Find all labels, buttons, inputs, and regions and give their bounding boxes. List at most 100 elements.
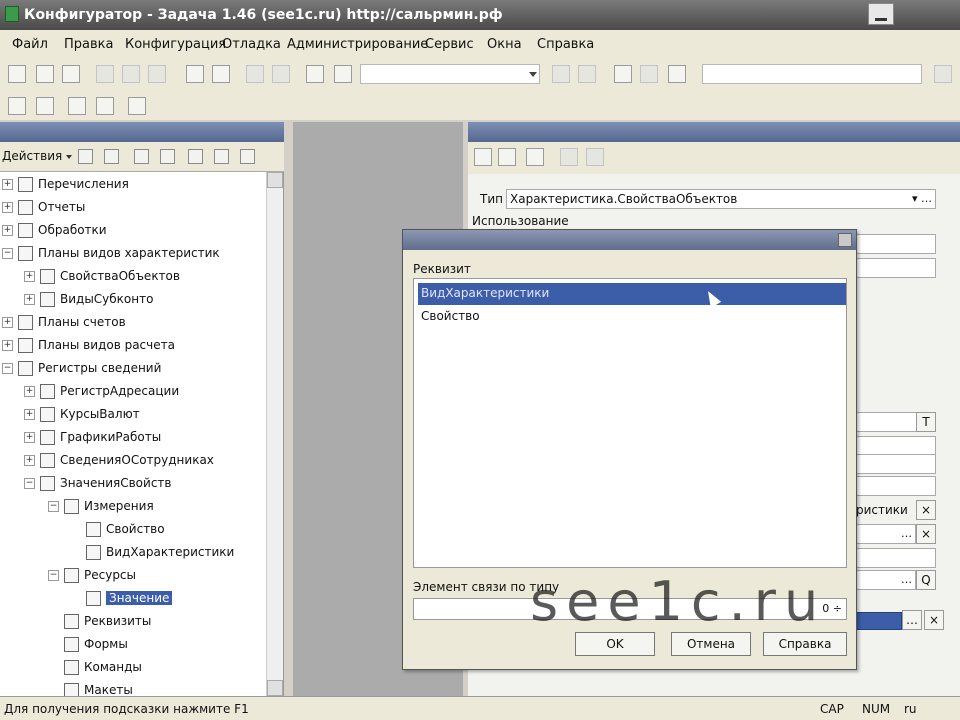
undo-icon[interactable]	[246, 65, 264, 83]
open-config-icon[interactable]	[8, 97, 26, 115]
minimize-button[interactable]	[868, 3, 894, 25]
tree-item[interactable]: + Отчеты	[2, 197, 262, 219]
tree-item[interactable]: Макеты	[48, 680, 262, 696]
actions-menu[interactable]: Действия	[2, 149, 72, 163]
tree-item[interactable]: + Перечисления	[2, 174, 262, 196]
expander-icon[interactable]: +	[2, 202, 13, 213]
indent-icon[interactable]	[668, 65, 686, 83]
close-icon[interactable]	[838, 233, 852, 247]
tree-item[interactable]: − Регистры сведений	[2, 358, 262, 380]
clear-x-icon[interactable]: ×	[916, 524, 936, 544]
check-icon[interactable]	[586, 148, 604, 166]
menu-help[interactable]: Справка	[537, 37, 594, 52]
categories-icon[interactable]	[498, 148, 516, 166]
clear-x-icon[interactable]: ×	[924, 610, 944, 630]
menu-file[interactable]: Файл	[12, 37, 48, 52]
filter-icon[interactable]	[526, 148, 544, 166]
expander-icon[interactable]: −	[24, 478, 35, 489]
expander-icon[interactable]: +	[24, 294, 35, 305]
menu-edit[interactable]: Правка	[64, 37, 113, 52]
expander-icon[interactable]: +	[2, 179, 13, 190]
find-prev-icon[interactable]	[578, 65, 596, 83]
list-item[interactable]: ВидХарактеристики	[418, 283, 846, 305]
expander-icon[interactable]: +	[24, 386, 35, 397]
sort-icon[interactable]	[474, 148, 492, 166]
toolbar-more-icon[interactable]	[934, 65, 952, 83]
ok-button[interactable]: OK	[575, 632, 655, 656]
expander-icon[interactable]: −	[48, 570, 59, 581]
property-field[interactable]	[856, 548, 936, 568]
find-next-icon[interactable]	[552, 65, 570, 83]
property-field[interactable]	[856, 258, 936, 278]
selected-property-field[interactable]	[856, 612, 902, 630]
expander-icon[interactable]: +	[2, 317, 13, 328]
tree-item[interactable]: + Планы видов расчета	[2, 335, 262, 357]
preview-icon[interactable]	[212, 65, 230, 83]
tree-item[interactable]: Формы	[48, 634, 262, 656]
search-icon[interactable]: Q	[916, 570, 936, 590]
list-item[interactable]: Свойство	[418, 306, 846, 328]
tree-item[interactable]: − Ресурсы	[48, 565, 262, 587]
tree-item[interactable]: ВидХарактеристики	[70, 542, 262, 564]
ellipsis-icon[interactable]: …	[902, 610, 922, 630]
menu-service[interactable]: Сервис	[425, 37, 474, 52]
tools-icon[interactable]	[128, 97, 146, 115]
tree-item[interactable]: + СвойстваОбъектов	[24, 266, 262, 288]
expander-icon[interactable]: +	[24, 455, 35, 466]
property-field[interactable]	[856, 234, 936, 254]
sort-icon[interactable]	[240, 149, 255, 164]
find-icon[interactable]	[306, 65, 324, 83]
type-field[interactable]: Характеристика.СвойстваОбъектов ▾ …	[506, 189, 936, 209]
properties-icon[interactable]	[96, 97, 114, 115]
expander-icon[interactable]: +	[24, 271, 35, 282]
copy-icon[interactable]	[122, 65, 140, 83]
tree-item[interactable]: Реквизиты	[48, 611, 262, 633]
copy-item-icon[interactable]	[134, 149, 149, 164]
tree-item[interactable]: + ГрафикиРаботы	[24, 427, 262, 449]
update-db-icon[interactable]	[36, 97, 54, 115]
property-field[interactable]	[856, 436, 936, 456]
tree-item[interactable]: + Обработки	[2, 220, 262, 242]
redo-icon[interactable]	[272, 65, 290, 83]
property-field[interactable]: …	[856, 570, 916, 590]
menu-configuration[interactable]: Конфигурация	[125, 37, 226, 52]
text-icon[interactable]: T	[916, 412, 936, 432]
cancel-button[interactable]: Отмена	[671, 632, 751, 656]
scroll-down-icon[interactable]	[267, 680, 283, 696]
tree-item[interactable]: + ВидыСубконто	[24, 289, 262, 311]
tree-item[interactable]: − Планы видов характеристик	[2, 243, 262, 265]
tree-item[interactable]: + Планы счетов	[2, 312, 262, 334]
expander-icon[interactable]: −	[48, 501, 59, 512]
tree-item[interactable]: Свойство	[70, 519, 262, 541]
menu-debug[interactable]: Отладка	[222, 37, 281, 52]
bookmark-icon[interactable]	[614, 65, 632, 83]
add-icon[interactable]	[78, 149, 93, 164]
delete-icon[interactable]	[160, 149, 175, 164]
tree-item[interactable]: + СведенияОСотрудниках	[24, 450, 262, 472]
save-icon[interactable]	[62, 65, 80, 83]
clear-icon[interactable]	[560, 148, 578, 166]
property-field[interactable]: …	[856, 524, 916, 544]
open-icon[interactable]	[36, 65, 54, 83]
tree-item[interactable]: − ЗначенияСвойств	[24, 473, 262, 495]
expander-icon[interactable]: −	[2, 363, 13, 374]
tree-item[interactable]: + РегистрАдресации	[24, 381, 262, 403]
context-combo[interactable]	[702, 64, 922, 84]
clear-x-icon[interactable]: ×	[916, 500, 936, 520]
menu-windows[interactable]: Окна	[487, 37, 522, 52]
move-down-icon[interactable]	[214, 149, 229, 164]
new-document-icon[interactable]	[8, 65, 26, 83]
tree-item[interactable]: − Измерения	[48, 496, 262, 518]
property-field[interactable]	[856, 454, 936, 474]
property-field[interactable]	[856, 476, 936, 496]
print-icon[interactable]	[186, 65, 204, 83]
paste-icon[interactable]	[148, 65, 166, 83]
tree-item[interactable]: Команды	[48, 657, 262, 679]
search-combo[interactable]	[360, 64, 540, 84]
edit-icon[interactable]	[104, 149, 119, 164]
move-up-icon[interactable]	[188, 149, 203, 164]
outdent-icon[interactable]	[640, 65, 658, 83]
expander-icon[interactable]: −	[2, 248, 13, 259]
cut-icon[interactable]	[96, 65, 114, 83]
expander-icon[interactable]: +	[24, 409, 35, 420]
